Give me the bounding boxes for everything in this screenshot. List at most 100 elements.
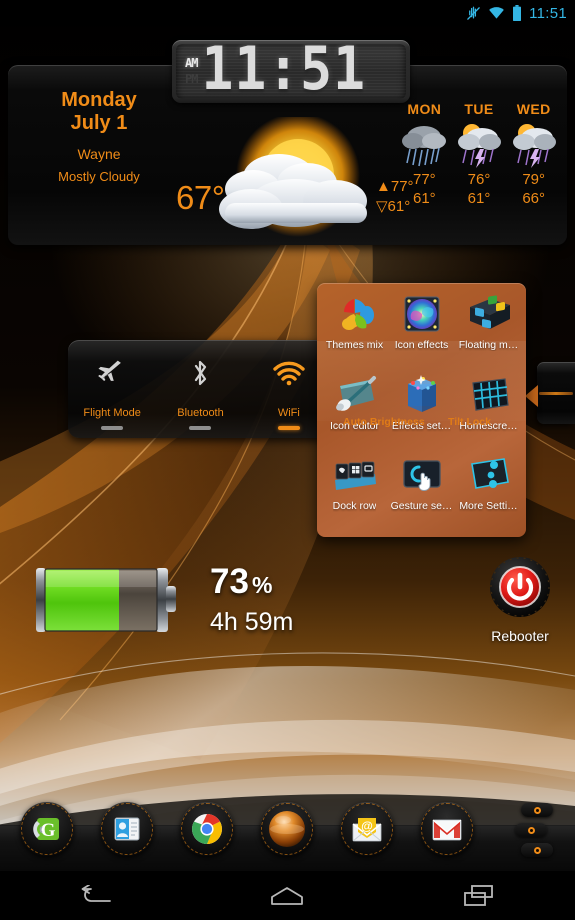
rain-icon bbox=[397, 119, 452, 171]
status-bar: 11:51 bbox=[0, 0, 575, 26]
weather-condition: Mostly Cloudy bbox=[58, 169, 140, 184]
settings-item-gesture-settings[interactable]: Gesture se… bbox=[388, 450, 455, 531]
forecast-low: 61° bbox=[467, 189, 491, 207]
gesture-settings-icon bbox=[395, 453, 449, 497]
forecast-day-label: MON bbox=[407, 101, 442, 117]
forecast-day-wed: WED 79° 66° bbox=[506, 101, 561, 233]
google-voice-icon: G bbox=[33, 818, 59, 841]
settings-item-label: Dock row bbox=[332, 500, 377, 513]
battery-graphic bbox=[30, 562, 182, 640]
gmail-icon bbox=[432, 819, 462, 841]
bluetooth-icon bbox=[189, 357, 211, 389]
page-dot-1[interactable] bbox=[521, 803, 553, 817]
forecast-day-label: WED bbox=[516, 101, 551, 117]
wifi-icon bbox=[488, 6, 505, 20]
home-icon bbox=[271, 886, 304, 905]
battery-widget[interactable]: 73% 4h 59m bbox=[30, 556, 320, 652]
more-settings-icon bbox=[462, 453, 516, 497]
settings-item-label: Gesture se… bbox=[390, 500, 453, 513]
toggle-flight-mode[interactable]: Flight Mode bbox=[68, 340, 156, 438]
dock-item-google-voice[interactable]: G bbox=[20, 802, 74, 856]
side-panel-edge[interactable] bbox=[537, 362, 575, 424]
settings-item-effects-settings[interactable]: Effects set… bbox=[388, 370, 455, 451]
email-icon: @ bbox=[352, 818, 382, 842]
battery-icon bbox=[512, 5, 522, 21]
wifi-icon bbox=[272, 357, 306, 389]
recents-button[interactable] bbox=[431, 871, 527, 920]
contacts-icon bbox=[114, 817, 140, 841]
page-dot-3[interactable] bbox=[521, 843, 553, 857]
settings-item-label: Homescre… bbox=[459, 419, 518, 432]
storm-icon bbox=[506, 119, 561, 171]
battery-time-remaining: 4h 59m bbox=[210, 608, 294, 636]
weather-condition-art bbox=[203, 113, 393, 242]
battery-percent-symbol: % bbox=[251, 572, 273, 598]
settings-item-label: More Setti… bbox=[459, 500, 518, 513]
forecast-high: 79° bbox=[522, 171, 546, 188]
storm-icon bbox=[452, 119, 507, 171]
clock-time: 11:51 bbox=[201, 44, 366, 99]
dock: G @ bbox=[0, 799, 575, 871]
settings-item-label: Icon editor bbox=[329, 419, 380, 432]
settings-item-homescreen[interactable]: Homescre… bbox=[455, 370, 522, 451]
rebooter-widget[interactable]: Rebooter bbox=[480, 556, 560, 644]
app-drawer-icon bbox=[269, 811, 305, 847]
toggle-label: Flight Mode bbox=[83, 407, 141, 419]
floating-menu-icon bbox=[462, 292, 516, 336]
recents-icon bbox=[464, 884, 494, 906]
side-panel-arrow-icon[interactable] bbox=[525, 385, 538, 407]
pm-label: PM bbox=[185, 71, 198, 86]
settings-item-label: Icon effects bbox=[394, 339, 449, 351]
themes-mix-icon bbox=[328, 292, 382, 336]
settings-item-label: Effects set… bbox=[391, 419, 452, 432]
settings-item-icon-editor[interactable]: Icon editor bbox=[321, 370, 388, 451]
dock-row-icon bbox=[328, 453, 382, 497]
weather-forecast: MON 77° 61° TUE 76° 61° WED 79° 66° bbox=[397, 101, 561, 233]
clock-widget[interactable]: AM PM 11:51 bbox=[172, 40, 410, 103]
forecast-high: 77° bbox=[412, 171, 436, 188]
meridiem-indicator: AM PM bbox=[185, 55, 198, 86]
dock-item-app-drawer[interactable] bbox=[260, 802, 314, 856]
battery-percent-value: 73 bbox=[210, 562, 249, 601]
settings-item-dock-row[interactable]: Dock row bbox=[321, 450, 388, 531]
settings-item-floating-menu[interactable]: Floating m… bbox=[455, 289, 522, 370]
power-icon bbox=[490, 557, 550, 617]
status-bar-clock: 11:51 bbox=[529, 4, 567, 22]
am-label: AM bbox=[185, 55, 198, 70]
weather-current-temp: 67° bbox=[176, 179, 225, 216]
back-button[interactable] bbox=[48, 871, 144, 920]
toggle-state-bar bbox=[189, 426, 212, 430]
page-dot-2[interactable] bbox=[515, 823, 547, 837]
dock-item-contacts[interactable] bbox=[100, 802, 154, 856]
icon-editor-icon bbox=[328, 373, 382, 417]
quick-toggle-widget: Flight Mode Bluetooth WiFi bbox=[68, 340, 333, 438]
forecast-day-label: TUE bbox=[464, 101, 494, 117]
toggle-label: Bluetooth bbox=[177, 407, 224, 419]
forecast-day-mon: MON 77° 61° bbox=[397, 101, 452, 233]
settings-item-icon-effects[interactable]: Icon effects bbox=[388, 289, 455, 370]
toggle-state-bar bbox=[277, 426, 300, 430]
settings-item-label: Floating m… bbox=[458, 339, 519, 351]
home-button[interactable] bbox=[239, 871, 335, 920]
dock-item-email[interactable]: @ bbox=[340, 802, 394, 856]
svg-text:G: G bbox=[41, 820, 56, 841]
toggle-bluetooth[interactable]: Bluetooth bbox=[156, 340, 244, 438]
dock-item-gmail[interactable] bbox=[420, 802, 474, 856]
side-panel-streak bbox=[539, 392, 573, 395]
airplane-icon bbox=[97, 357, 127, 389]
forecast-high: 76° bbox=[467, 171, 491, 188]
mute-icon bbox=[466, 6, 481, 21]
rebooter-label: Rebooter bbox=[491, 628, 549, 644]
page-indicator bbox=[511, 801, 559, 863]
forecast-low: 66° bbox=[522, 189, 546, 207]
weather-city: Wayne bbox=[77, 146, 121, 162]
icon-effects-icon bbox=[395, 292, 449, 336]
navigation-bar bbox=[0, 871, 575, 920]
weather-location-block: Monday July 1 Wayne Mostly Cloudy bbox=[8, 89, 190, 184]
dock-item-chrome[interactable] bbox=[180, 802, 234, 856]
settings-item-more-settings[interactable]: More Setti… bbox=[455, 450, 522, 531]
settings-item-themes-mix[interactable]: Themes mix bbox=[321, 289, 388, 370]
back-arrow-icon bbox=[81, 884, 111, 902]
forecast-day-tue: TUE 76° 61° bbox=[452, 101, 507, 233]
settings-popup-panel: Themes mix Icon effects Floating m… Icon… bbox=[317, 283, 526, 537]
